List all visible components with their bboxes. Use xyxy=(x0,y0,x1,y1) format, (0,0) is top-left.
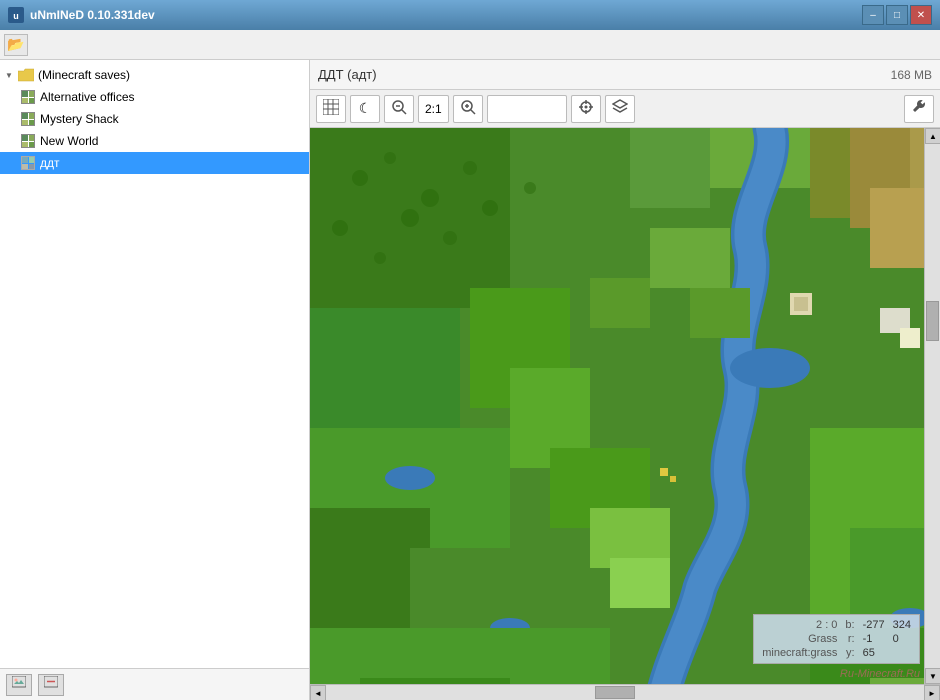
tree-item-newworld-label: New World xyxy=(40,134,98,148)
map-icon-alt xyxy=(20,89,36,105)
horizontal-scrollbar[interactable]: ◄ ► xyxy=(310,684,940,700)
app-icon: u xyxy=(8,7,24,23)
r-val1: -1 xyxy=(863,633,885,645)
night-button[interactable]: ☾ xyxy=(350,95,380,123)
crosshair-button[interactable] xyxy=(571,95,601,123)
r-label: r: xyxy=(845,633,854,645)
remove-icon xyxy=(44,676,58,693)
settings-button[interactable] xyxy=(904,95,934,123)
svg-text:u: u xyxy=(13,11,19,21)
zoom-in-button[interactable] xyxy=(453,95,483,123)
main-toolbar: 📂 xyxy=(0,30,940,60)
left-panel: ▼ (Minecraft saves) Alternative offices xyxy=(0,60,310,700)
add-icon xyxy=(12,676,26,693)
map-header: ДДТ (адт) 168 MB xyxy=(310,60,940,90)
scrollbar-thumb-h[interactable] xyxy=(595,686,635,699)
left-panel-bottom xyxy=(0,668,309,700)
tree-item-root-label: (Minecraft saves) xyxy=(38,68,130,82)
y-label: y: xyxy=(845,647,854,659)
map-icon-ddt xyxy=(20,155,36,171)
r-val2: 0 xyxy=(893,633,911,645)
b-label: b: xyxy=(845,619,854,631)
b-val2: 324 xyxy=(893,619,911,631)
title-bar: u uNmINeD 0.10.331dev – □ ✕ xyxy=(0,0,940,30)
biome-label: Grass xyxy=(762,633,837,645)
map-toolbar: ☾ 2:1 xyxy=(310,90,940,128)
expand-arrow-root: ▼ xyxy=(4,71,14,80)
main-content: ▼ (Minecraft saves) Alternative offices xyxy=(0,60,940,700)
tree-item-ddt-label: ддт xyxy=(40,156,60,170)
block-label: minecraft:grass xyxy=(762,647,837,659)
zoom-in-icon xyxy=(460,99,476,118)
tree-item-ddt[interactable]: ддт xyxy=(0,152,309,174)
wrench-icon xyxy=(911,98,927,119)
scroll-left-button[interactable]: ◄ xyxy=(310,685,326,700)
tree-view: ▼ (Minecraft saves) Alternative offices xyxy=(0,60,309,668)
minimize-button[interactable]: – xyxy=(862,5,884,25)
crosshair-icon xyxy=(578,99,594,118)
vertical-scrollbar[interactable]: ▲ ▼ xyxy=(924,128,940,684)
map-info-overlay: 2 : 0 b: -277 324 Grass r: -1 0 minecraf… xyxy=(753,614,920,664)
map-title: ДДТ (адт) xyxy=(318,67,377,82)
tree-item-newworld[interactable]: New World xyxy=(0,130,309,152)
tree-item-alt-label: Alternative offices xyxy=(40,90,135,104)
tree-item-mystery-label: Mystery Shack xyxy=(40,112,119,126)
tree-item-root[interactable]: ▼ (Minecraft saves) xyxy=(0,64,309,86)
title-bar-left: u uNmINeD 0.10.331dev xyxy=(8,7,155,23)
grid-icon xyxy=(323,99,339,118)
scroll-up-button[interactable]: ▲ xyxy=(925,128,940,144)
scroll-right-button[interactable]: ► xyxy=(924,685,940,700)
tree-item-mystery[interactable]: Mystery Shack xyxy=(0,108,309,130)
scrollbar-track-v xyxy=(925,144,940,668)
search-input[interactable] xyxy=(487,95,567,123)
open-folder-icon: 📂 xyxy=(7,36,24,53)
map-canvas xyxy=(310,128,940,684)
map-area[interactable]: 2 : 0 b: -277 324 Grass r: -1 0 minecraf… xyxy=(310,128,940,684)
zoom-label: 2:1 xyxy=(418,95,449,123)
folder-open-icon xyxy=(18,67,34,83)
grid-button[interactable] xyxy=(316,95,346,123)
watermark: Ru-Minecraft.Ru xyxy=(840,668,920,680)
layers-button[interactable] xyxy=(605,95,635,123)
right-panel: ДДТ (адт) 168 MB ☾ xyxy=(310,60,940,700)
map-icon-newworld xyxy=(20,133,36,149)
moon-icon: ☾ xyxy=(359,100,372,117)
scrollbar-track-h xyxy=(326,685,924,700)
map-icon-mystery xyxy=(20,111,36,127)
app-title: uNmINeD 0.10.331dev xyxy=(30,8,155,22)
tree-item-alt-offices[interactable]: Alternative offices xyxy=(0,86,309,108)
coord-xy: 2 : 0 xyxy=(762,619,837,631)
map-memory: 168 MB xyxy=(891,68,932,82)
scrollbar-thumb-v[interactable] xyxy=(926,301,939,341)
maximize-button[interactable]: □ xyxy=(886,5,908,25)
zoom-out-button[interactable] xyxy=(384,95,414,123)
layers-icon xyxy=(612,99,628,118)
remove-world-button[interactable] xyxy=(38,674,64,696)
close-button[interactable]: ✕ xyxy=(910,5,932,25)
y-empty xyxy=(893,647,911,659)
scroll-down-button[interactable]: ▼ xyxy=(925,668,940,684)
b-val1: -277 xyxy=(863,619,885,631)
open-button[interactable]: 📂 xyxy=(4,34,28,56)
zoom-out-icon xyxy=(391,99,407,118)
add-world-button[interactable] xyxy=(6,674,32,696)
y-val: 65 xyxy=(863,647,885,659)
window-controls: – □ ✕ xyxy=(862,5,932,25)
